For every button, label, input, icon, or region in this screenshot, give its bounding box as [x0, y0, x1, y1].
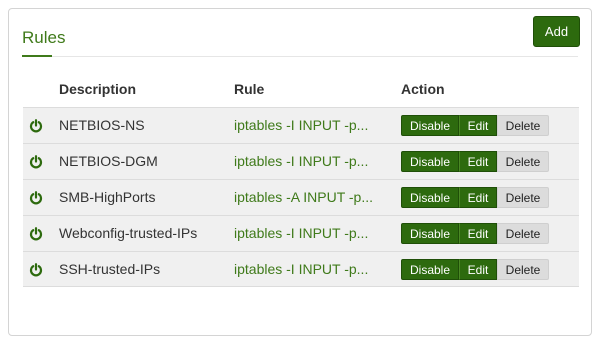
table-body: NETBIOS-NS iptables -I INPUT -p... Disable… [23, 107, 579, 287]
row-actions: Disable Edit Delete [401, 223, 549, 244]
table-row: Webconfig-trusted-IPs iptables -I INPUT -… [23, 215, 579, 251]
rule-description: SSH-trusted-IPs [59, 261, 161, 277]
disable-button[interactable]: Disable [401, 115, 459, 136]
rule-description: Webconfig-trusted-IPs [59, 225, 198, 241]
rule-command: iptables -I INPUT -p... [234, 261, 369, 277]
rules-panel: Rules Add Description Rule Action NETBIO… [8, 8, 592, 336]
power-icon[interactable] [29, 263, 43, 277]
delete-button[interactable]: Delete [497, 259, 549, 280]
power-icon[interactable] [29, 191, 43, 205]
edit-button[interactable]: Edit [459, 223, 497, 244]
table-row: SSH-trusted-IPs iptables -I INPUT -p... Di… [23, 251, 579, 287]
table-row: SMB-HighPorts iptables -A INPUT -p... Disa… [23, 179, 579, 215]
row-actions: Disable Edit Delete [401, 187, 549, 208]
table-row: NETBIOS-DGM iptables -I INPUT -p... Disabl… [23, 143, 579, 179]
rule-command: iptables -I INPUT -p... [234, 225, 369, 241]
row-actions: Disable Edit Delete [401, 259, 549, 280]
header-action: Action [401, 81, 445, 97]
edit-button[interactable]: Edit [459, 151, 497, 172]
edit-button[interactable]: Edit [459, 187, 497, 208]
disable-button[interactable]: Disable [401, 151, 459, 172]
delete-button[interactable]: Delete [497, 187, 549, 208]
edit-button[interactable]: Edit [459, 115, 497, 136]
rule-command: iptables -I INPUT -p... [234, 153, 369, 169]
table-header: Description Rule Action [23, 71, 579, 107]
header-description: Description [59, 81, 137, 97]
rules-table: Description Rule Action NETBIOS-NS iptabl… [23, 71, 579, 287]
power-icon[interactable] [29, 119, 43, 133]
row-actions: Disable Edit Delete [401, 115, 549, 136]
row-actions: Disable Edit Delete [401, 151, 549, 172]
power-icon[interactable] [29, 227, 43, 241]
rule-command: iptables -A INPUT -p... [234, 189, 374, 205]
power-icon[interactable] [29, 155, 43, 169]
rule-description: NETBIOS-DGM [59, 153, 158, 169]
rule-command: iptables -I INPUT -p... [234, 117, 369, 133]
edit-button[interactable]: Edit [459, 259, 497, 280]
disable-button[interactable]: Disable [401, 223, 459, 244]
title-underline [22, 55, 52, 57]
panel-title: Rules [22, 28, 66, 47]
table-row: NETBIOS-NS iptables -I INPUT -p... Disable… [23, 107, 579, 143]
title-divider [22, 56, 578, 57]
delete-button[interactable]: Delete [497, 115, 549, 136]
delete-button[interactable]: Delete [497, 223, 549, 244]
rule-description: SMB-HighPorts [59, 189, 156, 205]
header-rule: Rule [234, 81, 265, 97]
disable-button[interactable]: Disable [401, 187, 459, 208]
disable-button[interactable]: Disable [401, 259, 459, 280]
rule-description: NETBIOS-NS [59, 117, 145, 133]
add-rule-button[interactable]: Add [533, 16, 580, 47]
delete-button[interactable]: Delete [497, 151, 549, 172]
